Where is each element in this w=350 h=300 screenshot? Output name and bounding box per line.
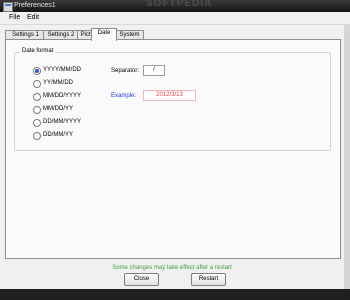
radio-label: MM/DD/YY [43,106,73,112]
menu-bar: File Edit [0,12,350,25]
window-right-edge [344,25,350,289]
menu-edit[interactable]: Edit [27,14,39,22]
radio-label: DD/MM/YY [43,132,73,138]
radio-label: DD/MM/YYYY [43,119,82,125]
tab-label: Settings 2 [47,32,75,38]
watermark-text: SOFTPEDIA [146,0,213,9]
separator-label: Separator: [111,68,140,74]
tab-date[interactable]: Date [91,28,117,41]
date-format-group-title: Date format [20,47,56,56]
window-titlebar[interactable]: Preferences1 SOFTPEDIA [0,0,350,12]
example-preview-field: 2012/3/13 [143,90,196,101]
restart-notice: Some changes may take effect after a res… [112,265,232,271]
app-icon [3,2,13,12]
tab-label: Date [97,30,111,36]
radio-label: YYYY/MM/DD [43,67,82,73]
radio-button[interactable] [33,67,41,75]
radio-label: MM/DD/YYYY [43,93,82,99]
radio-label: YY/MM/DD [43,80,73,86]
menu-file[interactable]: File [9,14,20,22]
radio-button[interactable] [33,119,41,127]
tab-label: System [119,32,140,38]
separator-input[interactable]: / [143,65,165,76]
tab-label: Settings 1 [12,32,39,38]
window-title: Preferences1 [14,2,56,9]
radio-button[interactable] [33,93,41,101]
close-button[interactable]: Close [124,273,159,286]
radio-button[interactable] [33,132,41,140]
example-label: Example: [111,93,137,99]
radio-button[interactable] [33,80,41,88]
restart-button[interactable]: Restart [191,273,226,286]
radio-button[interactable] [33,106,41,114]
window-bottom-edge [0,289,350,300]
